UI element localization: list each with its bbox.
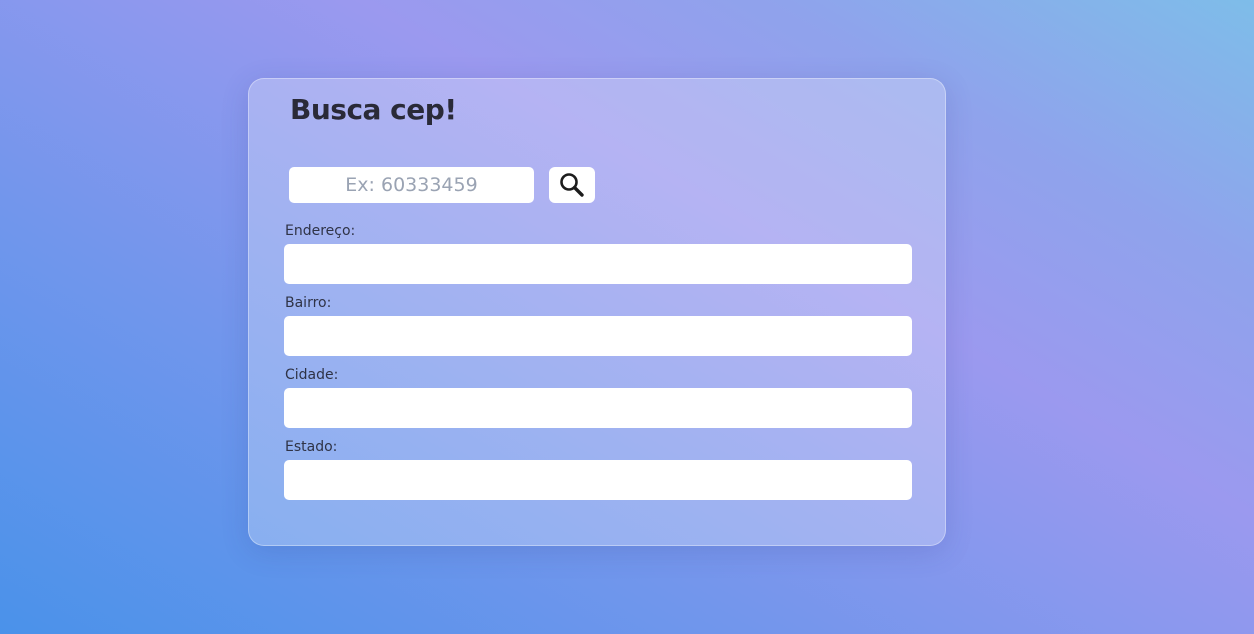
bairro-field[interactable] — [284, 316, 912, 356]
cidade-label: Cidade: — [285, 367, 339, 383]
bairro-label: Bairro: — [285, 295, 332, 311]
endereco-label: Endereço: — [285, 223, 356, 239]
search-icon — [560, 173, 584, 197]
cidade-field[interactable] — [284, 388, 912, 428]
cep-search-card: Busca cep! Endereço: Bairro: Cidade: Est… — [248, 78, 946, 546]
estado-field[interactable] — [284, 460, 912, 500]
card-title: Busca cep! — [290, 93, 457, 126]
search-button[interactable] — [549, 167, 595, 203]
cep-input[interactable] — [289, 167, 534, 203]
estado-label: Estado: — [285, 439, 338, 455]
endereco-field[interactable] — [284, 244, 912, 284]
